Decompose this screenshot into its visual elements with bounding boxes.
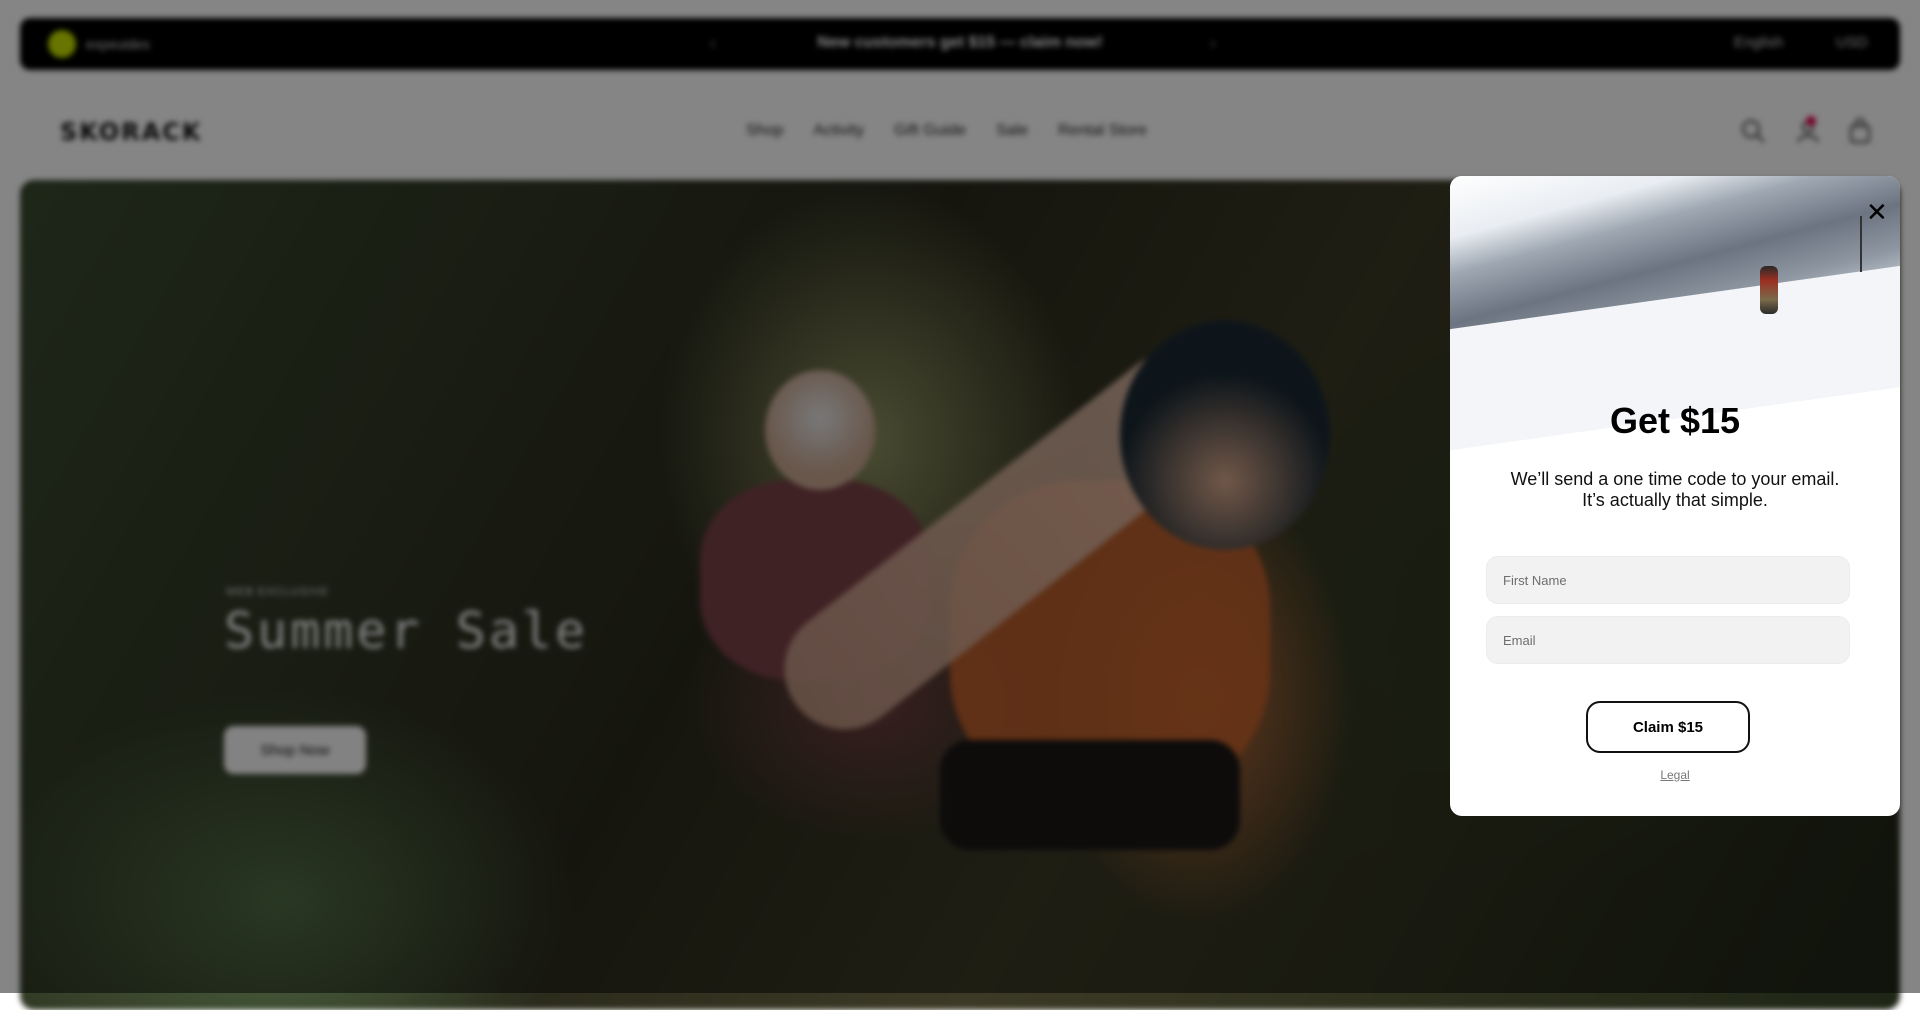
email-field[interactable]	[1486, 616, 1850, 664]
close-icon[interactable]: ✕	[1860, 198, 1890, 228]
hiker-figure	[1760, 266, 1778, 314]
modal-hero-image	[1450, 176, 1900, 455]
claim-button[interactable]: Claim $15	[1586, 701, 1750, 753]
modal-subtitle: We’ll send a one time code to your email…	[1510, 469, 1840, 510]
legal-link[interactable]: Legal	[1450, 768, 1900, 782]
modal-title: Get $15	[1609, 400, 1741, 441]
first-name-field[interactable]	[1486, 556, 1850, 604]
signup-modal: ✕ Get $15 We’ll send a one time code to …	[1450, 176, 1900, 816]
